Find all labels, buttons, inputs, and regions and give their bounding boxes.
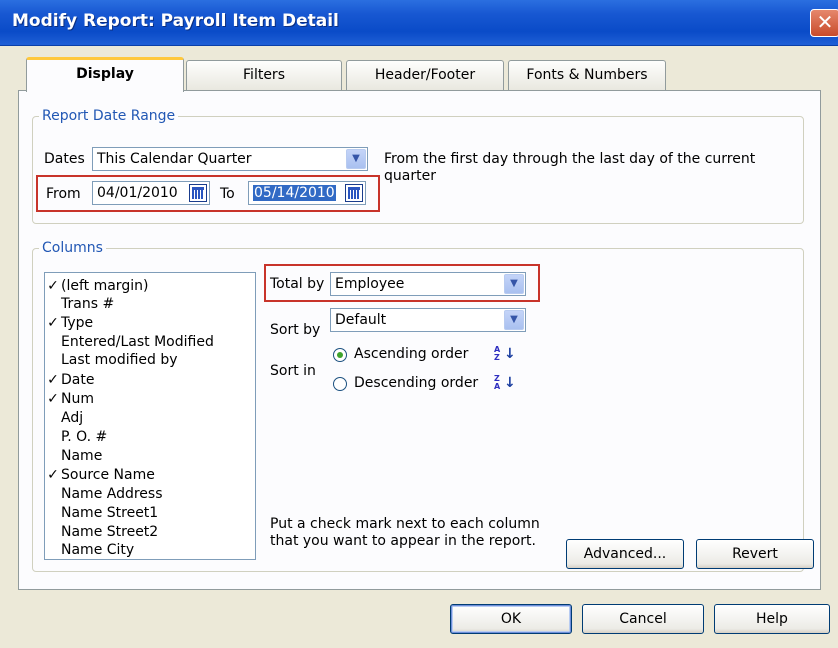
cancel-button-label: Cancel (619, 611, 667, 627)
sort-by-value: Default (335, 312, 387, 328)
list-item-label: Adj (61, 410, 84, 426)
columns-listbox[interactable]: ✓ (left margin) Trans # ✓ Type Entered/Las… (44, 272, 256, 560)
chevron-down-icon[interactable]: ▼ (504, 310, 524, 330)
title-bar[interactable]: Modify Report: Payroll Item Detail ✕ (0, 0, 838, 46)
total-by-value: Employee (335, 276, 405, 292)
tab-filters[interactable]: Filters (186, 60, 342, 90)
close-icon: ✕ (816, 10, 834, 34)
list-item[interactable]: ✓ Source Name (45, 466, 255, 484)
list-item[interactable]: Name Street1 (45, 504, 255, 522)
check-icon: ✓ (47, 315, 59, 331)
help-button[interactable]: Help (714, 604, 830, 634)
list-item[interactable]: P. O. # (45, 428, 255, 446)
window-title: Modify Report: Payroll Item Detail (12, 11, 339, 31)
to-date-field[interactable]: 05/14/2010 (248, 181, 366, 205)
advanced-button[interactable]: Advanced... (566, 539, 684, 569)
calendar-icon[interactable] (189, 184, 207, 202)
check-icon: ✓ (47, 372, 59, 388)
ok-button-label: OK (500, 611, 522, 627)
to-date-value: 05/14/2010 (253, 185, 336, 201)
tab-header-footer-label: Header/Footer (374, 67, 476, 83)
columns-hint-line2: that you want to appear in the report. (270, 533, 536, 549)
revert-button[interactable]: Revert (696, 539, 814, 569)
sort-ascending-icon: A Z ↓ (494, 345, 516, 363)
list-item[interactable]: Name Street2 (45, 523, 255, 541)
ascending-label[interactable]: Ascending order (354, 346, 468, 362)
calendar-icon[interactable] (345, 184, 363, 202)
close-button[interactable]: ✕ (810, 9, 838, 37)
advanced-button-label: Advanced... (583, 546, 667, 562)
check-icon: ✓ (47, 391, 59, 407)
ascending-radio[interactable] (333, 348, 347, 362)
revert-button-label: Revert (732, 546, 778, 562)
list-item[interactable]: ✓ Date (45, 371, 255, 389)
check-icon: ✓ (47, 467, 59, 483)
list-item[interactable]: Name Address (45, 485, 255, 503)
tab-display-label: Display (76, 66, 134, 82)
list-item-label: Type (61, 315, 94, 331)
list-item[interactable]: Adj (45, 409, 255, 427)
list-item-label: Last modified by (61, 352, 178, 368)
report-date-range-label: Report Date Range (42, 108, 176, 124)
dates-dropdown[interactable]: This Calendar Quarter ▼ (92, 147, 368, 171)
list-item-label: (left margin) (61, 278, 149, 294)
list-item-label: Name Street2 (61, 524, 159, 540)
list-item-label: Date (61, 372, 95, 388)
dialog-window: Modify Report: Payroll Item Detail ✕ Dis… (0, 0, 838, 648)
tab-fonts-numbers-label: Fonts & Numbers (526, 67, 648, 83)
list-item[interactable]: Name City (45, 541, 255, 559)
list-item-label: Name City (61, 542, 135, 558)
total-by-label: Total by (270, 276, 325, 292)
to-label: To (220, 186, 235, 202)
chevron-down-icon[interactable]: ▼ (346, 149, 366, 169)
sort-in-label: Sort in (270, 363, 316, 379)
list-item-label: Source Name (61, 467, 155, 483)
list-item-label: Num (61, 391, 94, 407)
dates-label: Dates (44, 151, 85, 167)
dates-value: This Calendar Quarter (97, 151, 252, 167)
list-item-label: Name Street1 (61, 505, 159, 521)
sort-by-dropdown[interactable]: Default ▼ (330, 308, 526, 332)
from-date-value: 04/01/2010 (97, 185, 178, 201)
date-description-line2: quarter (384, 168, 436, 184)
total-by-dropdown[interactable]: Employee ▼ (330, 272, 526, 296)
list-item-label: Entered/Last Modified (61, 334, 214, 350)
from-label: From (46, 186, 81, 202)
sort-descending-icon: Z A ↓ (494, 374, 516, 392)
columns-label: Columns (42, 240, 103, 256)
date-description-line1: From the first day through the last day … (384, 151, 756, 167)
list-item[interactable]: ✓ (left margin) (45, 277, 255, 295)
list-item-label: Name Address (61, 486, 163, 502)
list-item[interactable]: ✓ Type (45, 314, 255, 332)
from-date-field[interactable]: 04/01/2010 (92, 181, 210, 205)
list-item-label: Name (61, 448, 103, 464)
tab-fonts-numbers[interactable]: Fonts & Numbers (508, 60, 666, 90)
cancel-button[interactable]: Cancel (582, 604, 704, 634)
list-item[interactable]: Last modified by (45, 351, 255, 369)
tab-header-footer[interactable]: Header/Footer (346, 60, 504, 90)
list-item[interactable]: ✓ Num (45, 390, 255, 408)
list-item[interactable]: Trans # (45, 295, 255, 313)
list-item-label: P. O. # (61, 429, 108, 445)
list-item-label: Trans # (61, 296, 115, 312)
descending-label[interactable]: Descending order (354, 375, 478, 391)
list-item[interactable]: Entered/Last Modified (45, 333, 255, 351)
descending-radio[interactable] (333, 377, 347, 391)
sort-by-label: Sort by (270, 322, 321, 338)
tab-display[interactable]: Display (26, 57, 184, 92)
chevron-down-icon[interactable]: ▼ (504, 274, 524, 294)
tab-filters-label: Filters (243, 67, 285, 83)
check-icon: ✓ (47, 278, 59, 294)
list-item[interactable]: Name (45, 447, 255, 465)
columns-hint-line1: Put a check mark next to each column (270, 516, 540, 532)
help-button-label: Help (756, 611, 788, 627)
ok-button[interactable]: OK (450, 604, 572, 634)
